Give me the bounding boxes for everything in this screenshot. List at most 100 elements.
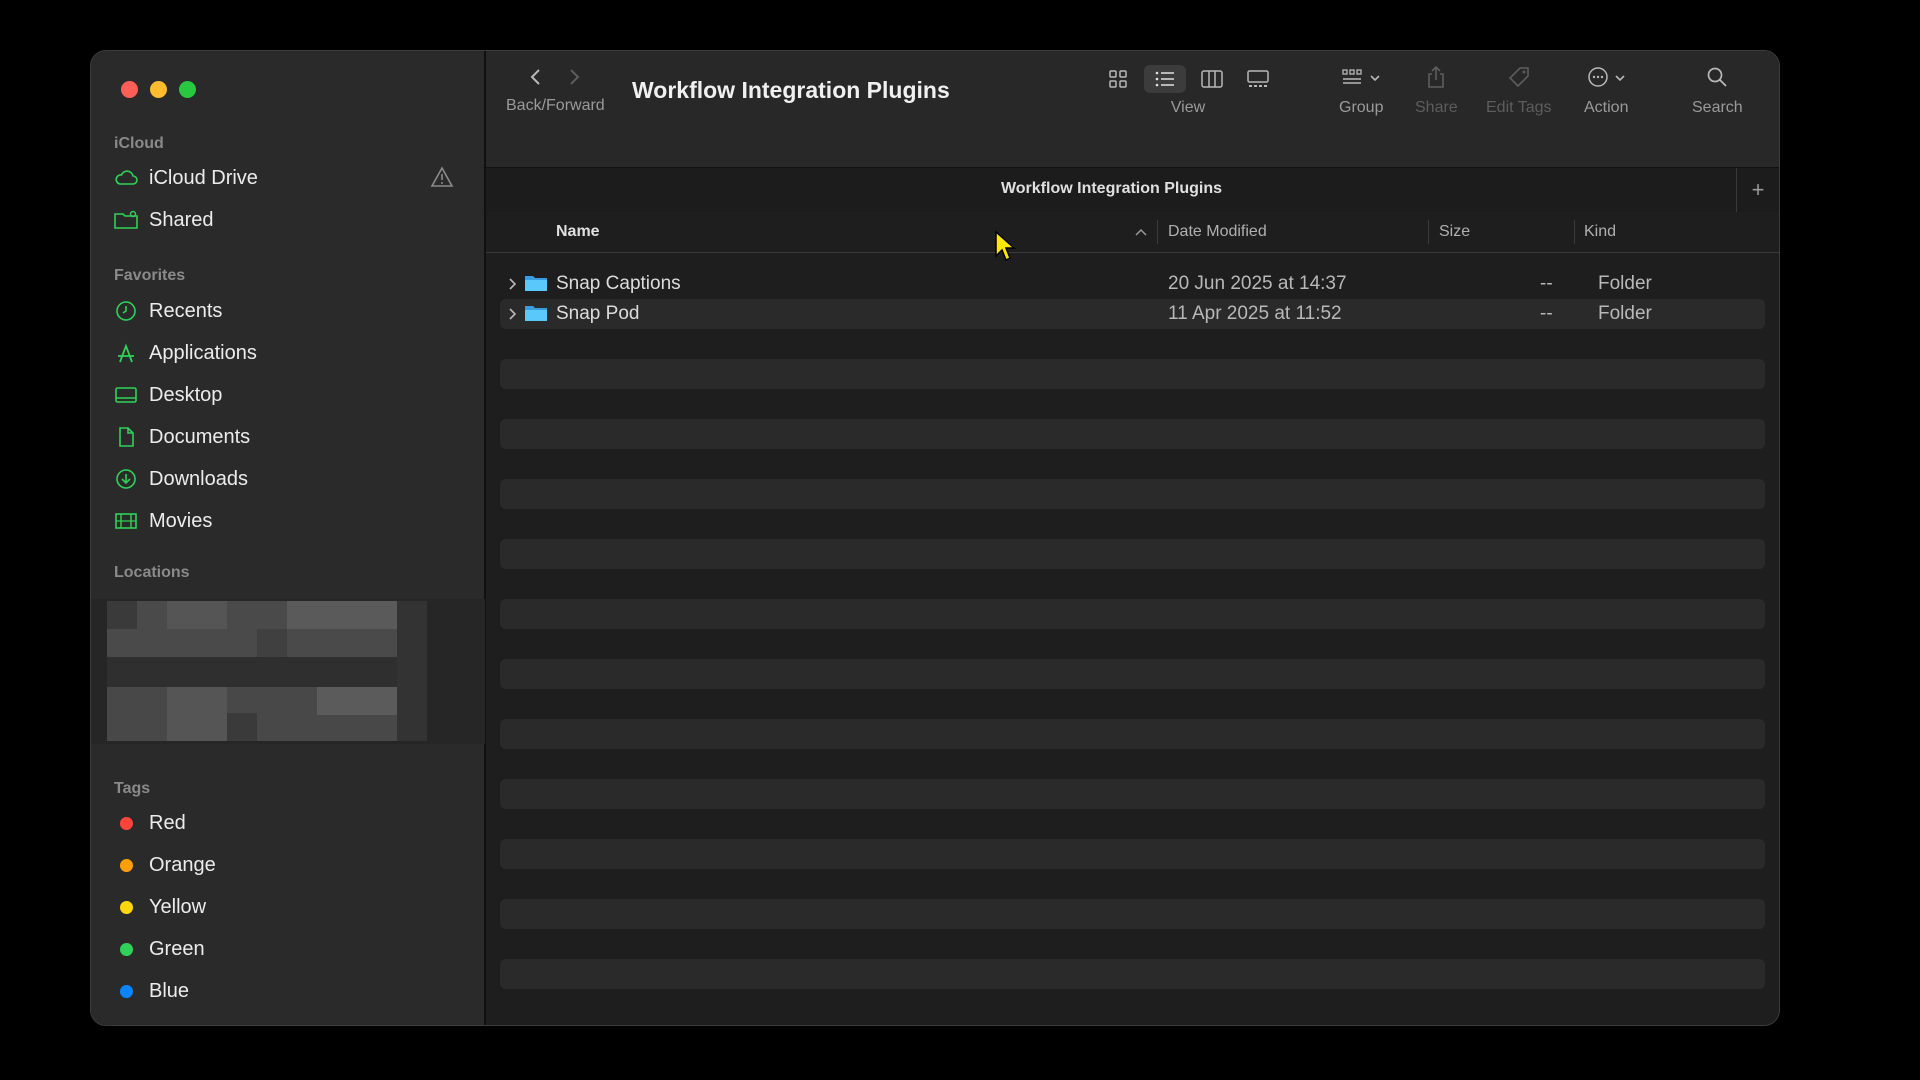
warning-icon[interactable] (430, 166, 454, 193)
forward-button[interactable] (564, 67, 584, 92)
sidebar-item-label: iCloud Drive (149, 166, 258, 189)
sidebar-item-movies[interactable]: Movies (113, 501, 464, 541)
empty-row (500, 779, 1765, 809)
redacted-locations (91, 599, 485, 744)
file-kind: Folder (1598, 303, 1652, 324)
table-row[interactable]: Snap Captions 20 Jun 2025 at 14:37 -- Fo… (500, 269, 1765, 299)
section-title-favorites: Favorites (114, 267, 186, 284)
empty-row (500, 899, 1765, 929)
file-name: Snap Captions (556, 273, 681, 294)
back-forward-control: Back/Forward (506, 67, 605, 115)
group-button[interactable]: Group (1339, 65, 1383, 117)
empty-row (500, 419, 1765, 449)
tag-dot-icon (119, 816, 133, 830)
file-size: -- (1540, 303, 1553, 324)
empty-row (500, 539, 1765, 569)
folder-icon (524, 273, 548, 298)
share-button[interactable]: Share (1415, 65, 1458, 117)
tab-bar: Workflow Integration Plugins + (486, 167, 1779, 213)
sidebar-item-downloads[interactable]: Downloads (113, 459, 464, 499)
mouse-pointer-icon (994, 230, 1016, 267)
tag-dot-icon (119, 858, 133, 872)
sidebar-tag-red[interactable]: Red (113, 803, 464, 843)
film-icon (113, 508, 139, 534)
table-row[interactable]: Snap Pod 11 Apr 2025 at 11:52 -- Folder (500, 299, 1765, 329)
more-icon (1586, 65, 1610, 94)
window-title: Workflow Integration Plugins (632, 77, 950, 103)
column-name-header[interactable]: Name (556, 223, 600, 241)
action-button[interactable]: Action (1584, 65, 1628, 117)
disclosure-chevron-icon[interactable] (508, 277, 518, 296)
download-icon (113, 466, 139, 492)
file-name: Snap Pod (556, 303, 640, 324)
file-date: 11 Apr 2025 at 11:52 (1168, 303, 1342, 324)
desktop-icon (113, 382, 139, 408)
sidebar-item-label: Movies (149, 509, 213, 532)
empty-row (500, 839, 1765, 869)
sidebar-item-recents[interactable]: Recents (113, 291, 464, 331)
sidebar-item-icloud-drive[interactable]: iCloud Drive (113, 158, 464, 198)
group-label: Group (1339, 99, 1384, 116)
sidebar-item-label: Desktop (149, 383, 223, 406)
sidebar-item-label: Blue (149, 979, 190, 1002)
finder-window: iCloud iCloud Drive Shared Favorites Rec… (90, 50, 1780, 1026)
sidebar-item-label: Green (149, 937, 205, 960)
shared-folder-icon (113, 207, 139, 233)
applications-icon (113, 340, 139, 366)
sidebar-tag-yellow[interactable]: Yellow (113, 887, 464, 927)
chevron-down-icon (1614, 70, 1626, 88)
close-button[interactable] (121, 81, 138, 98)
icon-view-button[interactable] (1098, 65, 1138, 93)
sidebar-tag-green[interactable]: Green (113, 929, 464, 969)
sidebar: iCloud iCloud Drive Shared Favorites Rec… (91, 51, 486, 1025)
sidebar-item-applications[interactable]: Applications (113, 333, 464, 373)
main-content: Back/Forward Workflow Integration Plugin… (486, 51, 1779, 1025)
sidebar-item-desktop[interactable]: Desktop (113, 375, 464, 415)
column-view-button[interactable] (1192, 65, 1232, 93)
clock-icon (113, 298, 139, 324)
chevron-down-icon (1369, 70, 1381, 88)
new-tab-button[interactable]: + (1736, 168, 1779, 212)
list-view-button[interactable] (1144, 65, 1186, 93)
column-divider[interactable] (1428, 220, 1429, 244)
sidebar-item-shared[interactable]: Shared (113, 200, 464, 240)
sidebar-tag-orange[interactable]: Orange (113, 845, 464, 885)
column-date-header[interactable]: Date Modified (1168, 223, 1267, 241)
minimize-button[interactable] (150, 81, 167, 98)
sidebar-item-documents[interactable]: Documents (113, 417, 464, 457)
file-kind: Folder (1598, 273, 1652, 294)
document-icon (113, 424, 139, 450)
file-date: 20 Jun 2025 at 14:37 (1168, 273, 1347, 294)
column-kind-header[interactable]: Kind (1584, 223, 1616, 241)
back-forward-label: Back/Forward (506, 97, 605, 114)
share-icon (1425, 65, 1447, 94)
search-button[interactable]: Search (1692, 65, 1743, 117)
column-divider[interactable] (1157, 220, 1158, 244)
sidebar-item-label: Applications (149, 341, 257, 364)
gallery-view-button[interactable] (1238, 65, 1278, 93)
section-title-tags: Tags (114, 780, 151, 797)
column-header: Name Date Modified Size Kind (486, 212, 1779, 253)
sidebar-item-label: Downloads (149, 467, 248, 490)
tab-title[interactable]: Workflow Integration Plugins (486, 180, 1737, 198)
edit-tags-button[interactable]: Edit Tags (1486, 65, 1552, 117)
disclosure-chevron-icon[interactable] (508, 307, 518, 326)
empty-row (500, 659, 1765, 689)
search-icon (1706, 66, 1728, 93)
empty-row (500, 599, 1765, 629)
column-divider[interactable] (1574, 220, 1575, 244)
back-button[interactable] (526, 67, 546, 92)
column-size-header[interactable]: Size (1439, 223, 1470, 241)
view-label: View (1170, 99, 1206, 116)
group-icon (1341, 67, 1365, 92)
edit-tags-label: Edit Tags (1486, 99, 1552, 116)
tag-dot-icon (119, 984, 133, 998)
sidebar-item-label: Orange (149, 853, 216, 876)
action-label: Action (1584, 99, 1629, 116)
zoom-button[interactable] (179, 81, 196, 98)
sidebar-tag-blue[interactable]: Blue (113, 971, 464, 1011)
tag-dot-icon (119, 900, 133, 914)
share-label: Share (1415, 99, 1458, 116)
empty-row (500, 359, 1765, 389)
tag-dot-icon (119, 942, 133, 956)
